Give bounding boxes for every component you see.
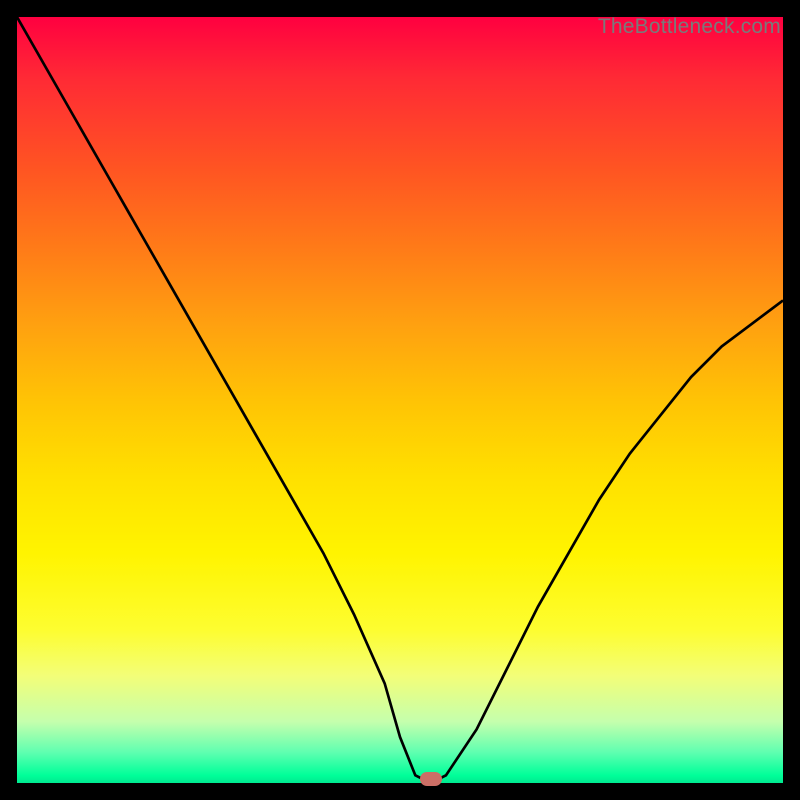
bottleneck-curve [17,17,783,783]
plot-area: TheBottleneck.com [17,17,783,783]
curve-path [17,17,783,783]
optimal-point-marker [420,772,442,786]
chart-frame: TheBottleneck.com [0,0,800,800]
